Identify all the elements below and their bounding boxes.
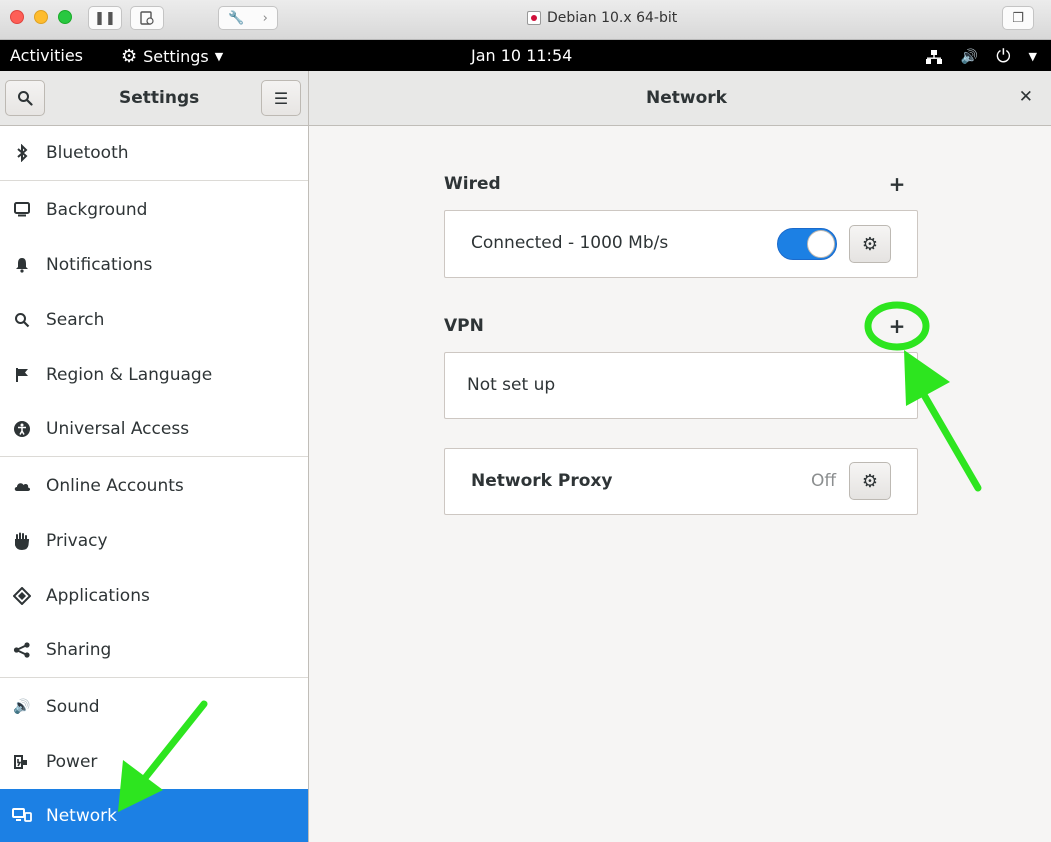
- page-title: Network: [646, 88, 727, 108]
- gnome-top-bar: Activities ⚙ Settings ▼ Jan 10 11:54 🔊 ⏻…: [0, 40, 1051, 71]
- system-status-area[interactable]: 🔊 ⏻ ▼: [925, 46, 1037, 67]
- settings-headerbar: Settings ☰ Network ✕: [0, 71, 1051, 126]
- sidebar-item-sharing[interactable]: Sharing: [0, 623, 308, 678]
- sidebar-item-online-accounts[interactable]: Online Accounts: [0, 458, 308, 513]
- close-window-button[interactable]: [10, 10, 24, 24]
- clock[interactable]: Jan 10 11:54: [471, 46, 572, 65]
- zoom-window-button[interactable]: [58, 10, 72, 24]
- wired-connection-row: Connected - 1000 Mb/s ⚙: [444, 210, 918, 278]
- network-proxy-row[interactable]: Network Proxy Off ⚙: [444, 448, 918, 515]
- applications-icon: [12, 586, 32, 606]
- sidebar-item-bluetooth[interactable]: Bluetooth: [0, 126, 308, 181]
- gear-icon: ⚙: [861, 233, 879, 255]
- caret-down-icon: ▼: [1028, 50, 1037, 63]
- vm-window-titlebar: ❚❚ 🔧 › Debian 10.x 64-bit ❐: [0, 0, 1051, 40]
- sidebar-item-background[interactable]: Background: [0, 182, 308, 237]
- app-menu-label: Settings: [143, 47, 209, 66]
- wired-settings-button[interactable]: ⚙: [849, 225, 891, 263]
- main-menu-button[interactable]: ☰: [261, 80, 301, 116]
- snapshot-icon: [140, 11, 154, 25]
- vpn-row: Not set up: [444, 352, 918, 419]
- pause-icon: ❚❚: [94, 10, 116, 26]
- network-wired-icon: [925, 49, 942, 64]
- switch-knob: [807, 230, 835, 258]
- sidebar-item-applications[interactable]: Applications: [0, 568, 308, 623]
- sidebar-item-notifications[interactable]: Notifications: [0, 237, 308, 292]
- sidebar-header: Settings ☰: [0, 71, 309, 126]
- sidebar-item-power[interactable]: Power: [0, 734, 308, 789]
- add-vpn-button[interactable]: +: [885, 314, 909, 338]
- caret-down-icon: ▼: [214, 50, 224, 63]
- accessibility-icon: [12, 419, 32, 439]
- background-icon: [12, 200, 32, 220]
- wrench-icon: 🔧: [228, 10, 245, 26]
- search-icon: [18, 91, 33, 106]
- chevron-right-icon: ›: [262, 10, 268, 26]
- vpn-section-title: VPN: [444, 316, 484, 336]
- power-plug-icon: [12, 752, 32, 772]
- proxy-settings-button[interactable]: ⚙: [849, 462, 891, 500]
- snapshot-button[interactable]: [130, 6, 164, 30]
- bell-icon: [12, 255, 32, 275]
- pause-vm-button[interactable]: ❚❚: [88, 6, 122, 30]
- network-proxy-status: Off: [811, 471, 837, 491]
- sidebar-item-universal-access[interactable]: Universal Access: [0, 402, 308, 457]
- network-icon: [12, 806, 32, 826]
- add-wired-connection-button[interactable]: +: [885, 172, 909, 196]
- power-icon: ⏻: [996, 46, 1011, 67]
- vm-icon: [527, 11, 541, 25]
- hamburger-icon: ☰: [273, 88, 289, 108]
- sidebar-item-sound[interactable]: 🔊 Sound: [0, 679, 308, 734]
- vm-settings-button[interactable]: 🔧 ›: [218, 6, 278, 30]
- sidebar-item-privacy[interactable]: Privacy: [0, 513, 308, 568]
- network-proxy-label: Network Proxy: [471, 471, 613, 491]
- sidebar-item-search[interactable]: Search: [0, 292, 308, 347]
- close-icon[interactable]: ✕: [1019, 87, 1033, 107]
- restore-button[interactable]: ❐: [1002, 6, 1034, 30]
- wired-connection-status: Connected - 1000 Mb/s: [471, 233, 669, 253]
- search-icon: [12, 310, 32, 330]
- sidebar-item-network[interactable]: Network: [0, 789, 308, 842]
- settings-sidebar: Bluetooth Background Notifications Searc…: [0, 126, 309, 842]
- app-menu[interactable]: ⚙ Settings ▼: [121, 46, 223, 67]
- share-icon: [12, 640, 32, 660]
- bluetooth-icon: [12, 143, 32, 163]
- gear-icon: ⚙: [861, 470, 879, 492]
- vpn-status: Not set up: [467, 375, 556, 395]
- search-button[interactable]: [5, 80, 45, 116]
- wired-section-title: Wired: [444, 174, 501, 194]
- wired-connection-switch[interactable]: [777, 228, 837, 260]
- sidebar-title: Settings: [119, 88, 200, 108]
- vm-window-title: Debian 10.x 64-bit: [527, 10, 677, 26]
- windows-icon: ❐: [1012, 10, 1024, 26]
- sidebar-item-region-language[interactable]: Region & Language: [0, 347, 308, 402]
- minimize-window-button[interactable]: [34, 10, 48, 24]
- flag-icon: [12, 365, 32, 385]
- volume-icon: 🔊: [960, 48, 979, 65]
- cloud-icon: [12, 476, 32, 496]
- hand-icon: [12, 531, 32, 551]
- speaker-icon: 🔊: [13, 698, 31, 715]
- activities-button[interactable]: Activities: [10, 46, 83, 65]
- gear-icon: ⚙: [121, 46, 138, 67]
